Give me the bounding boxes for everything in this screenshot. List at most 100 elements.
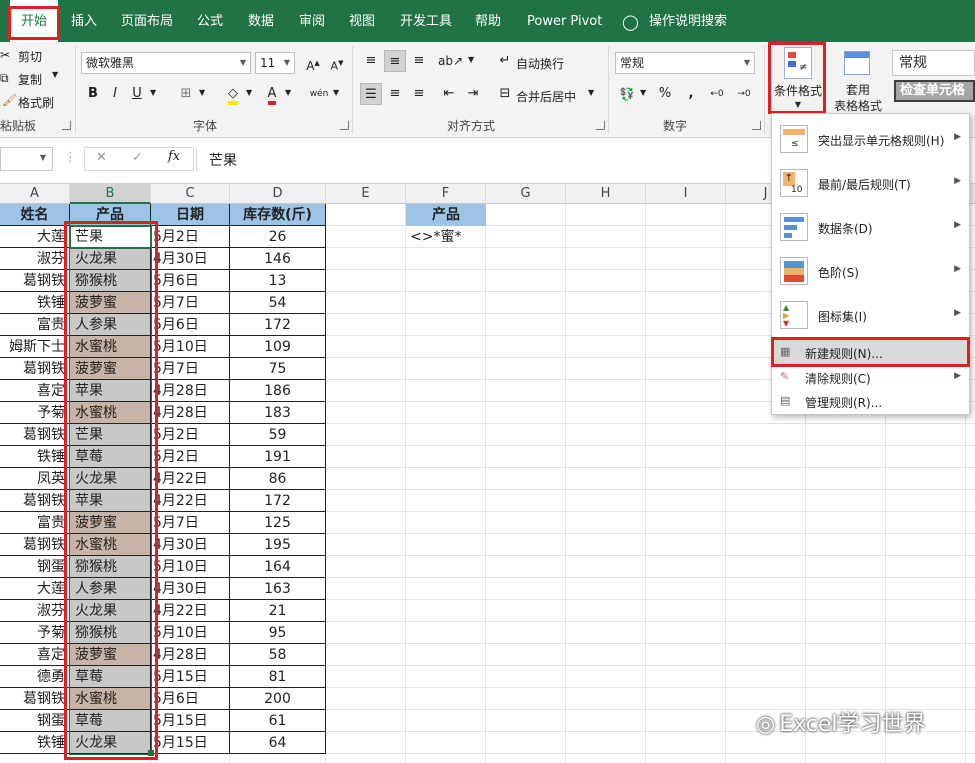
- format-painter-icon[interactable]: 🖌: [2, 93, 17, 107]
- decrease-font-icon[interactable]: A▼: [326, 52, 348, 74]
- table-cell[interactable]: 喜定: [0, 380, 70, 402]
- name-box[interactable]: ▼: [0, 147, 53, 171]
- enter-icon[interactable]: ✓: [132, 150, 143, 165]
- menu-item-top-bottom-rules[interactable]: ↑ 10 最前/最后规则(T) ▶: [772, 162, 969, 206]
- align-right-icon[interactable]: ≡: [408, 83, 430, 105]
- wrap-text-button[interactable]: 自动换行: [516, 55, 564, 72]
- tab-developer[interactable]: 开发工具: [400, 0, 452, 42]
- table-cell[interactable]: 4月28日: [151, 380, 230, 402]
- table-header-cell[interactable]: 库存数(斤): [230, 204, 326, 226]
- copy-button[interactable]: 复制: [18, 71, 42, 88]
- table-cell[interactable]: 葛钢铁: [0, 424, 70, 446]
- table-cell[interactable]: 铁锤: [0, 732, 70, 754]
- table-cell[interactable]: 5月15日: [151, 710, 230, 732]
- align-middle-icon[interactable]: ≡: [384, 50, 406, 72]
- tab-data[interactable]: 数据: [248, 0, 274, 42]
- table-cell[interactable]: 64: [230, 732, 326, 754]
- table-cell[interactable]: 4月22日: [151, 490, 230, 512]
- phonetic-guide-button[interactable]: wén: [306, 83, 332, 105]
- column-header-c[interactable]: C: [151, 184, 230, 204]
- wrap-text-icon[interactable]: ↵: [494, 50, 516, 72]
- table-cell[interactable]: 172: [230, 490, 326, 512]
- table-cell[interactable]: 172: [230, 314, 326, 336]
- table-cell[interactable]: 5月2日: [151, 424, 230, 446]
- percent-button[interactable]: %: [654, 83, 676, 105]
- menu-item-manage-rules[interactable]: ▤ 管理规则(R)...: [772, 390, 969, 414]
- table-cell[interactable]: 富贵: [0, 314, 70, 336]
- table-cell[interactable]: 5月6日: [151, 314, 230, 336]
- table-cell[interactable]: 195: [230, 534, 326, 556]
- table-cell[interactable]: 4月30日: [151, 534, 230, 556]
- style-normal[interactable]: 常规: [892, 50, 975, 76]
- chevron-down-icon[interactable]: ▼: [52, 70, 58, 79]
- bold-button[interactable]: B: [82, 83, 104, 105]
- italic-button[interactable]: I: [104, 83, 126, 105]
- number-format-select[interactable]: 常规 ▼: [615, 52, 755, 74]
- table-cell[interactable]: 姆斯下士: [0, 336, 70, 358]
- chevron-down-icon[interactable]: ▼: [588, 88, 594, 97]
- scissors-icon[interactable]: ✂: [0, 48, 10, 62]
- column-header-f[interactable]: F: [406, 184, 486, 204]
- table-cell[interactable]: 191: [230, 446, 326, 468]
- merge-center-icon[interactable]: ⊟: [494, 83, 516, 105]
- table-cell[interactable]: 葛钢铁: [0, 270, 70, 292]
- cut-button[interactable]: 剪切: [18, 48, 42, 65]
- tab-power-pivot[interactable]: Power Pivot: [527, 0, 602, 42]
- menu-item-data-bars[interactable]: 数据条(D) ▶: [772, 206, 969, 250]
- table-cell[interactable]: 5月10日: [151, 556, 230, 578]
- table-header-cell[interactable]: 日期: [151, 204, 230, 226]
- chevron-down-icon[interactable]: ▼: [468, 55, 474, 64]
- align-center-icon[interactable]: ≡: [384, 83, 406, 105]
- column-header-b[interactable]: B: [70, 184, 151, 204]
- table-cell[interactable]: 5月7日: [151, 512, 230, 534]
- format-as-table-button[interactable]: 套用 表格格式: [830, 45, 886, 115]
- table-cell[interactable]: 61: [230, 710, 326, 732]
- table-cell[interactable]: 葛钢铁: [0, 534, 70, 556]
- style-check-cell[interactable]: 检查单元格: [894, 80, 975, 102]
- table-cell[interactable]: 淑芬: [0, 248, 70, 270]
- column-header-e[interactable]: E: [326, 184, 406, 204]
- borders-icon[interactable]: ⊞: [175, 83, 197, 105]
- table-cell[interactable]: 109: [230, 336, 326, 358]
- criteria-header-cell[interactable]: 产品: [406, 204, 486, 226]
- increase-indent-icon[interactable]: ⇥: [462, 83, 484, 105]
- table-header-cell[interactable]: 姓名: [0, 204, 70, 226]
- column-header-g[interactable]: G: [486, 184, 566, 204]
- table-cell[interactable]: 淑芬: [0, 600, 70, 622]
- decrease-decimal-icon[interactable]: →0: [733, 83, 755, 105]
- table-cell[interactable]: 钢蛋: [0, 556, 70, 578]
- table-cell[interactable]: 163: [230, 578, 326, 600]
- menu-item-highlight-cells-rules[interactable]: ≤ 突出显示单元格规则(H) ▶: [772, 118, 969, 162]
- table-cell[interactable]: 铁锤: [0, 292, 70, 314]
- format-painter-button[interactable]: 格式刷: [18, 94, 54, 111]
- table-cell[interactable]: 5月6日: [151, 688, 230, 710]
- tab-view[interactable]: 视图: [349, 0, 375, 42]
- menu-item-color-scales[interactable]: 色阶(S) ▶: [772, 250, 969, 294]
- table-cell[interactable]: 21: [230, 600, 326, 622]
- font-color-icon[interactable]: A: [261, 83, 283, 105]
- column-header-d[interactable]: D: [230, 184, 326, 204]
- font-name-select[interactable]: 微软雅黑 ▼: [81, 52, 251, 74]
- table-cell[interactable]: 大莲: [0, 226, 70, 248]
- decrease-indent-icon[interactable]: ⇤: [438, 83, 460, 105]
- column-header-a[interactable]: A: [0, 184, 70, 204]
- table-cell[interactable]: 200: [230, 688, 326, 710]
- menu-item-new-rule[interactable]: ▦ 新建规则(N)...: [772, 340, 969, 366]
- column-header-i[interactable]: I: [646, 184, 726, 204]
- table-cell[interactable]: 75: [230, 358, 326, 380]
- table-cell[interactable]: 95: [230, 622, 326, 644]
- chevron-down-icon[interactable]: ▼: [285, 88, 291, 97]
- table-cell[interactable]: 喜定: [0, 644, 70, 666]
- table-cell[interactable]: 5月7日: [151, 292, 230, 314]
- increase-font-icon[interactable]: A▲: [302, 52, 324, 74]
- comma-button[interactable]: ,: [680, 83, 702, 105]
- table-cell[interactable]: 凤英: [0, 468, 70, 490]
- conditional-format-button[interactable]: ≠ 条件格式 ▼: [772, 45, 824, 115]
- font-launcher-icon[interactable]: [340, 121, 349, 130]
- fill-handle[interactable]: [148, 750, 154, 756]
- table-cell[interactable]: 5月7日: [151, 358, 230, 380]
- align-bottom-icon[interactable]: ≡: [408, 50, 430, 72]
- table-cell[interactable]: 5月2日: [151, 226, 230, 248]
- tab-review[interactable]: 审阅: [299, 0, 325, 42]
- table-cell[interactable]: 26: [230, 226, 326, 248]
